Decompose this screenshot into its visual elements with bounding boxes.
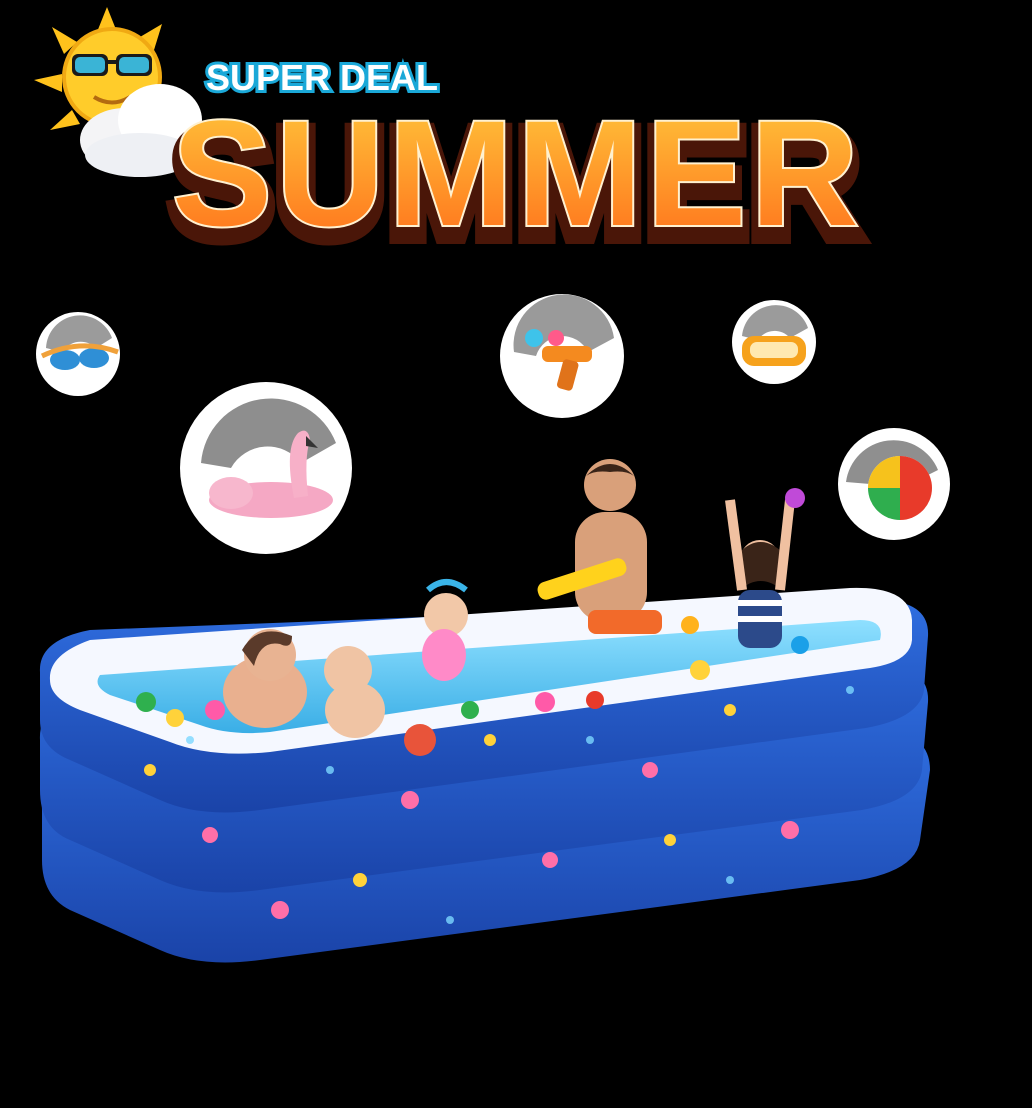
svg-text:SUPER DEAL: SUPER DEAL	[206, 57, 438, 98]
mini-pool-icon	[728, 296, 820, 388]
summer-pool-banner: SUPER DEAL SUMMER SUMMER	[0, 0, 1032, 1108]
title-summer: SUMMER SUMMER	[160, 95, 880, 265]
swim-goggles-icon	[32, 308, 128, 400]
inflatable-pool-photo	[30, 440, 970, 980]
svg-text:SUMMER: SUMMER	[172, 95, 863, 257]
water-gun-icon	[496, 290, 632, 422]
